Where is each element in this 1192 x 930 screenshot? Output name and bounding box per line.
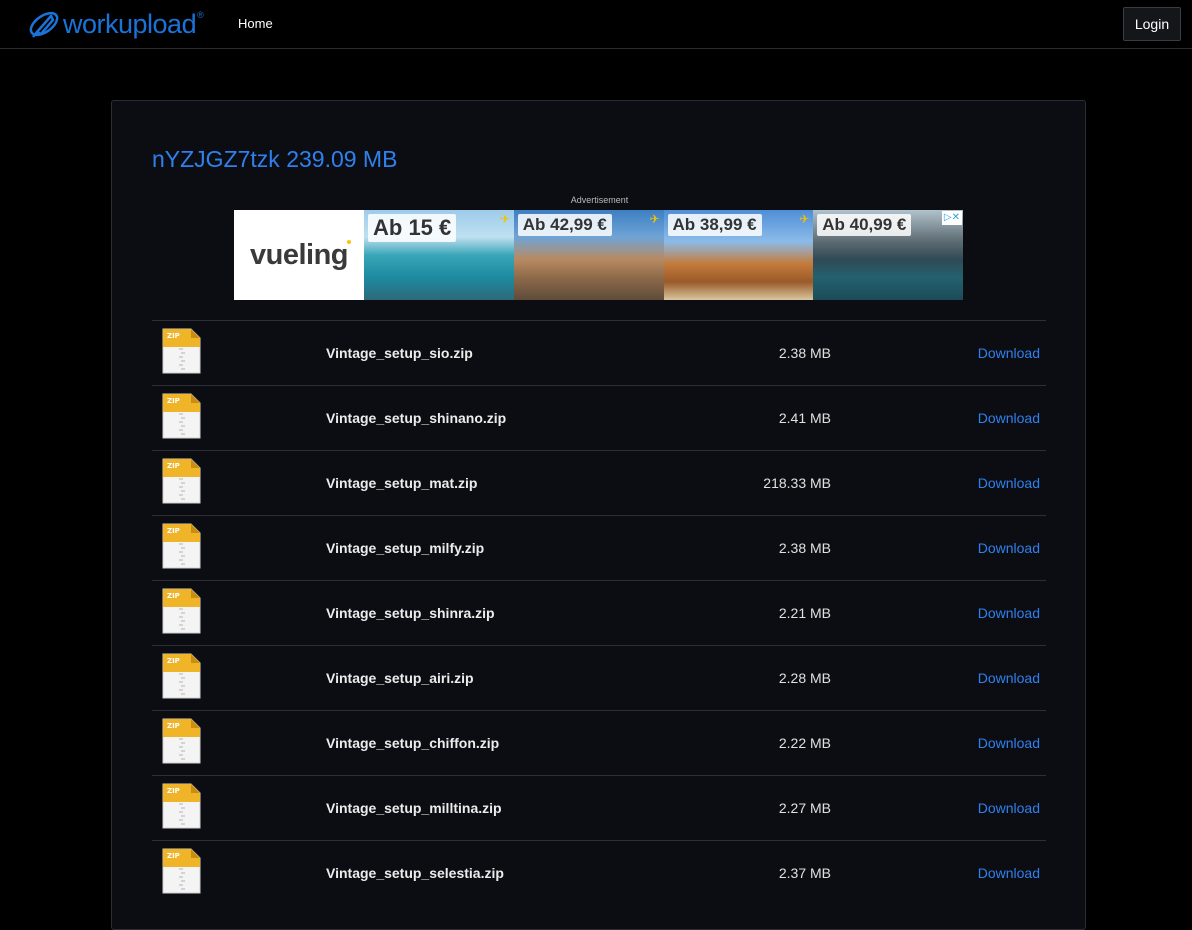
zip-label: ZIP (167, 722, 180, 730)
adchoices-icon[interactable]: ▷✕ (941, 211, 962, 225)
brand-dot (347, 240, 351, 244)
download-link[interactable]: Download (978, 345, 1040, 361)
file-name: Vintage_setup_sio.zip (326, 345, 473, 361)
file-name: Vintage_setup_mat.zip (326, 475, 478, 491)
file-list: ZIP Vintage_setup_sio.zip 2.38 MB Downlo… (152, 320, 1046, 905)
top-navbar: workupload ® Home Login (0, 0, 1192, 49)
zip-label: ZIP (167, 527, 180, 535)
zip-file-icon: ZIP (162, 393, 201, 439)
download-link[interactable]: Download (978, 670, 1040, 686)
file-size: 218.33 MB (763, 475, 831, 491)
ad-price: Ab 15 € (368, 214, 457, 242)
file-card: nYZJGZ7tzk 239.09 MB Advertisement vueli… (111, 100, 1086, 930)
ad-price: Ab 38,99 € (667, 214, 762, 236)
file-row: ZIP Vintage_setup_chiffon.zip 2.22 MB Do… (152, 710, 1046, 775)
file-row: ZIP Vintage_setup_shinano.zip 2.41 MB Do… (152, 385, 1046, 450)
zip-file-icon: ZIP (162, 783, 201, 829)
file-row: ZIP Vintage_setup_selestia.zip 2.37 MB D… (152, 840, 1046, 905)
file-size: 2.22 MB (778, 735, 831, 751)
rocket-icon (29, 11, 59, 38)
file-name: Vintage_setup_shinano.zip (326, 410, 507, 426)
file-size: 2.38 MB (778, 345, 831, 361)
file-row: ZIP Vintage_setup_milltina.zip 2.27 MB D… (152, 775, 1046, 840)
file-row: ZIP Vintage_setup_sio.zip 2.38 MB Downlo… (152, 320, 1046, 385)
workupload-logo[interactable]: workupload ® (27, 8, 204, 40)
zip-label: ZIP (167, 592, 180, 600)
ad-brand-logo[interactable]: vueling (234, 210, 364, 300)
ad-tile[interactable]: Ab 38,99 € ✈ (663, 210, 814, 300)
file-name: Vintage_setup_selestia.zip (326, 865, 504, 881)
file-row: ZIP Vintage_setup_mat.zip 218.33 MB Down… (152, 450, 1046, 515)
zip-file-icon: ZIP (162, 718, 201, 764)
file-size: 2.38 MB (778, 540, 831, 556)
zip-label: ZIP (167, 852, 180, 860)
zip-file-icon: ZIP (162, 588, 201, 634)
file-row: ZIP Vintage_setup_milfy.zip 2.38 MB Down… (152, 515, 1046, 580)
download-link[interactable]: Download (978, 735, 1040, 751)
zip-label: ZIP (167, 657, 180, 665)
ad-label: Advertisement (570, 195, 629, 205)
zip-label: ZIP (167, 462, 180, 470)
ad-tile[interactable]: Ab 40,99 € ▷✕ (813, 210, 963, 300)
plane-icon: ✈ (649, 212, 660, 226)
advertisement-banner[interactable]: vueling Ab 15 € ✈ Ab 42,99 € ✈ Ab 38,99 … (234, 210, 963, 300)
page-title: nYZJGZ7tzk 239.09 MB (152, 146, 398, 172)
download-link[interactable]: Download (978, 410, 1040, 426)
file-size: 2.27 MB (778, 800, 831, 816)
download-link[interactable]: Download (978, 800, 1040, 816)
ad-tile[interactable]: Ab 42,99 € ✈ (513, 210, 664, 300)
login-button[interactable]: Login (1123, 7, 1181, 41)
file-name: Vintage_setup_milfy.zip (326, 540, 485, 556)
file-name: Vintage_setup_shinra.zip (326, 605, 495, 621)
zip-label: ZIP (167, 787, 180, 795)
file-name: Vintage_setup_milltina.zip (326, 800, 502, 816)
download-link[interactable]: Download (978, 475, 1040, 491)
file-size: 2.41 MB (778, 410, 831, 426)
download-link[interactable]: Download (978, 865, 1040, 881)
zip-file-icon: ZIP (162, 328, 201, 374)
ad-price: Ab 42,99 € (517, 214, 612, 236)
ad-tile[interactable]: Ab 15 € ✈ (364, 210, 514, 300)
ad-price: Ab 40,99 € (817, 214, 912, 236)
ad-brand-text: vueling (249, 238, 349, 271)
zip-file-icon: ZIP (162, 523, 201, 569)
zip-file-icon: ZIP (162, 458, 201, 504)
file-size: 2.28 MB (778, 670, 831, 686)
plane-icon: ✈ (499, 212, 510, 226)
file-size: 2.37 MB (778, 865, 831, 881)
download-link[interactable]: Download (978, 540, 1040, 556)
zip-label: ZIP (167, 397, 180, 405)
plane-icon: ✈ (799, 212, 810, 226)
file-name: Vintage_setup_chiffon.zip (326, 735, 500, 751)
registered-mark: ® (197, 10, 204, 20)
download-link[interactable]: Download (978, 605, 1040, 621)
file-row: ZIP Vintage_setup_airi.zip 2.28 MB Downl… (152, 645, 1046, 710)
file-row: ZIP Vintage_setup_shinra.zip 2.21 MB Dow… (152, 580, 1046, 645)
file-name: Vintage_setup_airi.zip (326, 670, 474, 686)
logo-text: workupload (63, 8, 197, 39)
zip-file-icon: ZIP (162, 848, 201, 894)
zip-file-icon: ZIP (162, 653, 201, 699)
nav-home-link[interactable]: Home (238, 16, 273, 31)
zip-label: ZIP (167, 332, 180, 340)
file-size: 2.21 MB (778, 605, 831, 621)
